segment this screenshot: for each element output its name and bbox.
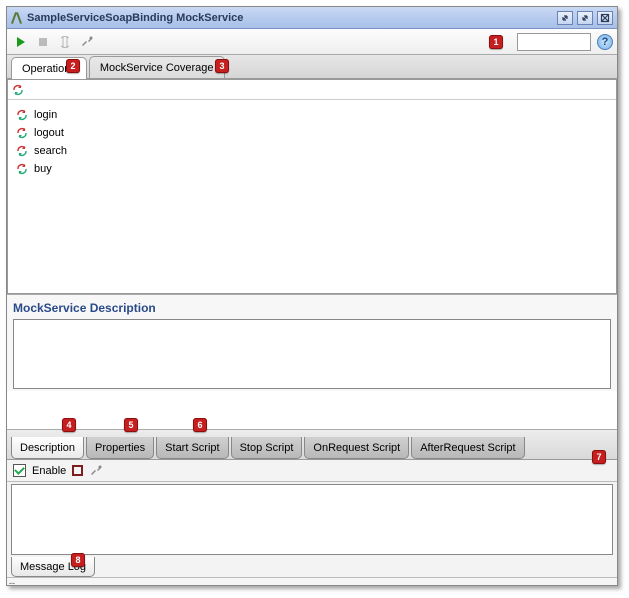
main-content: Operations MockService Coverage login: [7, 55, 617, 585]
close-button[interactable]: [597, 11, 613, 25]
detail-tab-label: AfterRequest Script: [420, 442, 515, 454]
clear-log-icon[interactable]: [72, 465, 83, 476]
operations-toolbar: [8, 80, 616, 100]
cursor-icon[interactable]: [55, 32, 75, 52]
maximize-button[interactable]: [577, 11, 593, 25]
log-textarea[interactable]: [11, 484, 613, 555]
operation-item-login[interactable]: login: [8, 106, 616, 124]
annotation-marker-4: 4: [62, 418, 76, 432]
operation-label: buy: [34, 163, 52, 175]
detail-tab-bar: Description Properties Start Script Stop…: [7, 429, 617, 459]
detail-tab-label: OnRequest Script: [313, 442, 400, 454]
detail-tab-stop-script[interactable]: Stop Script: [231, 437, 303, 459]
tab-label: MockService Coverage: [100, 62, 214, 74]
operation-icon: [16, 145, 28, 157]
run-button[interactable]: [11, 32, 31, 52]
description-title: MockService Description: [13, 301, 611, 315]
detail-tab-label: Stop Script: [240, 442, 294, 454]
annotation-marker-5: 5: [124, 418, 138, 432]
operation-item-logout[interactable]: logout: [8, 124, 616, 142]
annotation-marker-1: 1: [489, 35, 503, 49]
operation-label: login: [34, 109, 57, 121]
detail-tab-label: Description: [20, 442, 75, 454]
main-toolbar: ?: [7, 29, 617, 55]
title-bar: SampleServiceSoapBinding MockService: [7, 7, 617, 29]
annotation-marker-7: 7: [592, 450, 606, 464]
log-tab-bar: Message Log: [7, 555, 617, 577]
enable-label: Enable: [32, 465, 66, 477]
refresh-icon[interactable]: [12, 84, 24, 96]
top-tab-bar: Operations MockService Coverage: [7, 55, 617, 79]
detail-tab-label: Properties: [95, 442, 145, 454]
detail-tab-afterrequest-script[interactable]: AfterRequest Script: [411, 437, 524, 459]
detail-tab-description[interactable]: Description: [11, 437, 84, 459]
mockservice-window: SampleServiceSoapBinding MockService: [6, 6, 618, 586]
log-toolbar: Enable: [7, 460, 617, 482]
operation-icon: [16, 109, 28, 121]
detail-tab-label: Start Script: [165, 442, 219, 454]
operations-list: login logout search buy: [8, 100, 616, 293]
log-options-icon[interactable]: [89, 464, 103, 478]
title-controls: [557, 11, 613, 25]
operation-item-search[interactable]: search: [8, 142, 616, 160]
stop-button[interactable]: [33, 32, 53, 52]
search-input[interactable]: [517, 33, 591, 51]
detail-tab-start-script[interactable]: Start Script: [156, 437, 228, 459]
description-section: MockService Description: [7, 294, 617, 391]
operation-label: search: [34, 145, 67, 157]
annotation-marker-6: 6: [193, 418, 207, 432]
help-button[interactable]: ?: [597, 34, 613, 50]
app-icon: [11, 11, 23, 25]
annotation-marker-8: 8: [71, 553, 85, 567]
window-title: SampleServiceSoapBinding MockService: [27, 12, 557, 24]
detail-tab-properties[interactable]: Properties: [86, 437, 154, 459]
minimize-button[interactable]: [557, 11, 573, 25]
footer-strip: --: [7, 577, 617, 585]
annotation-marker-3: 3: [215, 59, 229, 73]
tab-mockservice-coverage[interactable]: MockService Coverage: [89, 56, 225, 78]
enable-checkbox[interactable]: [13, 464, 26, 477]
detail-tab-onrequest-script[interactable]: OnRequest Script: [304, 437, 409, 459]
operation-label: logout: [34, 127, 64, 139]
operations-panel: login logout search buy: [7, 79, 617, 294]
operation-item-buy[interactable]: buy: [8, 160, 616, 178]
operation-icon: [16, 163, 28, 175]
annotation-marker-2: 2: [66, 59, 80, 73]
log-panel: Enable Message Log: [7, 459, 617, 577]
description-textarea[interactable]: [13, 319, 611, 389]
options-button[interactable]: [77, 32, 97, 52]
operation-icon: [16, 127, 28, 139]
